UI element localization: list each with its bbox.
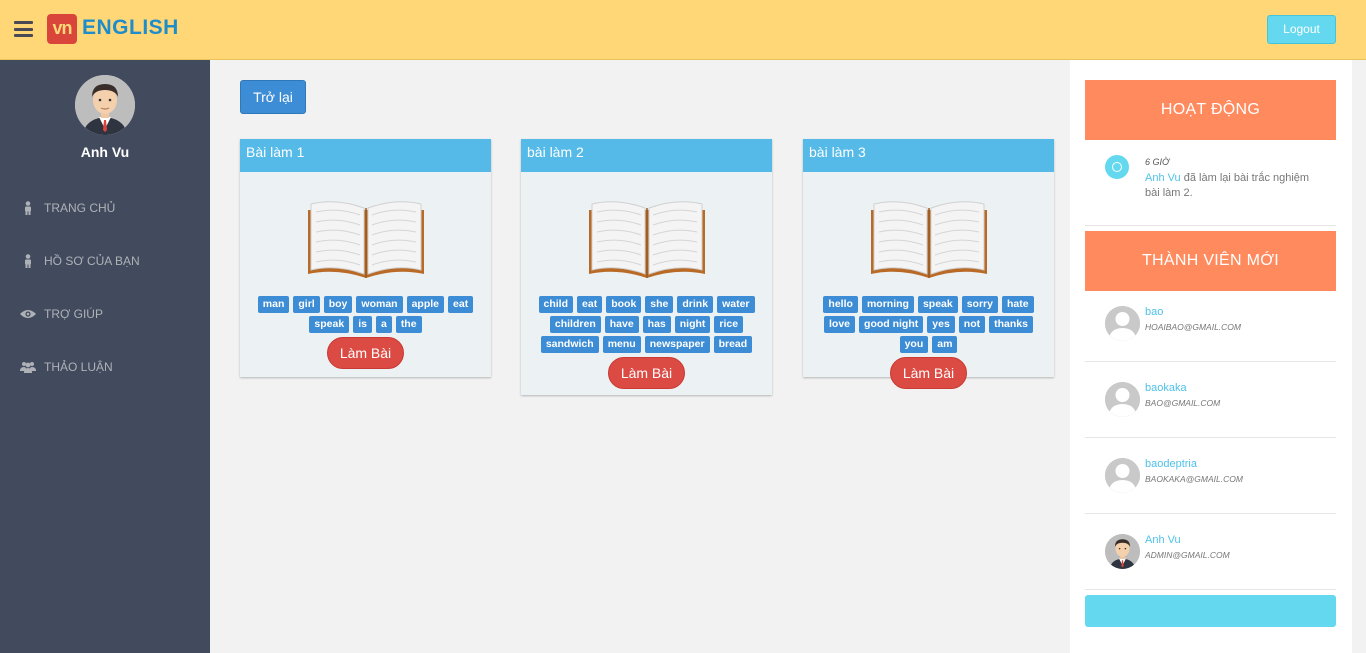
book-icon [870, 201, 987, 278]
word-tag: you [899, 336, 929, 353]
card-title: Bài làm 1 [240, 139, 491, 172]
member-email: BAO@GMAIL.COM [1145, 398, 1221, 408]
sidebar-item-ho-so[interactable]: HỒ SƠ CỦA BẠN [20, 251, 140, 271]
word-tag: have [604, 316, 639, 333]
hamburger-menu-icon[interactable] [14, 21, 33, 37]
activity-item: 6 GIỜ Anh Vu đã làm lại bài trắc nghiệm … [1085, 140, 1336, 226]
book-icon [588, 201, 705, 278]
start-exercise-button[interactable]: Làm Bài [890, 357, 967, 389]
eye-icon [20, 307, 36, 321]
member-email: HOAIBAO@GMAIL.COM [1145, 322, 1242, 332]
word-tag: has [642, 316, 671, 333]
activity-time: 6 GIỜ [1145, 157, 1170, 167]
word-tag: hate [1001, 296, 1034, 313]
sidebar: Anh Vu TRANG CHỦ HỒ SƠ CỦA BẠN TRỢ GIÚP … [0, 60, 210, 653]
member-name[interactable]: baokaka [1145, 382, 1187, 394]
new-members-heading: THÀNH VIÊN MỚI [1085, 231, 1336, 291]
default-avatar-icon[interactable] [1105, 306, 1140, 341]
load-more-button[interactable] [1085, 595, 1336, 627]
card-title: bài làm 3 [803, 139, 1054, 172]
word-tag: morning [861, 296, 914, 313]
sidebar-item-label: TRANG CHỦ [44, 201, 116, 215]
word-tag: child [538, 296, 574, 313]
member-email: ADMIN@GMAIL.COM [1145, 550, 1230, 560]
word-tag: girl [293, 296, 320, 313]
word-tag: boy [323, 296, 353, 313]
word-tag: eat [448, 296, 474, 313]
default-avatar-icon[interactable] [1105, 458, 1140, 493]
user-name: Anh Vu [80, 144, 130, 160]
exercise-card: Bài làm 1 man girl boy woman apple eat speak is… [240, 139, 491, 377]
member-item: baodeptria BAOKAKA@GMAIL.COM [1085, 438, 1336, 514]
start-exercise-button[interactable]: Làm Bài [327, 337, 404, 369]
sidebar-item-thao-luan[interactable]: THẢO LUẬN [20, 357, 113, 377]
word-tag: rice [714, 316, 744, 333]
logo-text[interactable]: ENGLISH [82, 16, 179, 40]
book-icon [307, 201, 424, 278]
word-tag: sorry [961, 296, 998, 313]
word-tag: menu [602, 336, 641, 353]
sidebar-item-trang-chu[interactable]: TRANG CHỦ [20, 198, 115, 218]
word-tag: man [257, 296, 290, 313]
word-tag: a [375, 316, 392, 333]
sidebar-item-label: HỒ SƠ CỦA BẠN [44, 254, 140, 268]
word-tags: hello morning speak sorry hate love good night… [806, 296, 1051, 356]
word-tag: hello [823, 296, 858, 313]
sidebar-item-tro-giup[interactable]: TRỢ GIÚP [20, 304, 103, 324]
exercise-card: bài làm 2 child eat book she drink waterchild… [521, 139, 772, 395]
member-name[interactable]: bao [1145, 306, 1163, 318]
scrollbar[interactable] [1352, 60, 1366, 653]
word-tags: child eat book she drink water children have has… [524, 296, 769, 356]
word-tag: book [606, 296, 642, 313]
member-name[interactable]: Anh Vu [1145, 534, 1181, 546]
word-tag: thanks [989, 316, 1033, 333]
word-tag: she [645, 296, 674, 313]
sidebar-item-label: TRỢ GIÚP [44, 307, 103, 321]
activity-user-link[interactable]: Anh Vu [1145, 172, 1181, 184]
word-tag: yes [927, 316, 955, 333]
word-tag: not [958, 316, 986, 333]
clock-icon [1105, 155, 1129, 179]
word-tag: good night [859, 316, 924, 333]
word-tag: water [717, 296, 755, 313]
word-tag: woman [356, 296, 403, 313]
word-tag: eat [577, 296, 603, 313]
card-title: bài làm 2 [521, 139, 772, 172]
person-icon [20, 201, 36, 215]
logo-mark[interactable]: vn [47, 14, 77, 44]
logout-button[interactable]: Logout [1267, 15, 1336, 44]
user-avatar[interactable] [1105, 534, 1140, 569]
activity-heading: HOẠT ĐỘNG [1085, 80, 1336, 140]
word-tag: am [932, 336, 958, 353]
back-button[interactable]: Trở lại [240, 80, 306, 114]
word-tag: drink [677, 296, 714, 313]
sidebar-item-label: THẢO LUẬN [44, 360, 113, 374]
member-email: BAOKAKA@GMAIL.COM [1145, 474, 1243, 484]
word-tag: children [549, 316, 601, 333]
member-item: Anh Vu ADMIN@GMAIL.COM [1085, 514, 1336, 590]
word-tag: love [824, 316, 856, 333]
start-exercise-button[interactable]: Làm Bài [608, 357, 685, 389]
word-tag: apple [406, 296, 445, 313]
member-item: baokaka BAO@GMAIL.COM [1085, 362, 1336, 438]
word-tag: bread [713, 336, 753, 353]
default-avatar-icon[interactable] [1105, 382, 1140, 417]
word-tag: newspaper [644, 336, 710, 353]
word-tag: speak [917, 296, 958, 313]
user-avatar[interactable] [75, 75, 135, 135]
word-tag: speak [309, 316, 350, 333]
word-tags: man girl boy woman apple eat speak is a the [243, 296, 488, 336]
top-header: vn ENGLISH Logout [0, 0, 1366, 60]
word-tag: is [353, 316, 372, 333]
word-tag: sandwich [540, 336, 599, 353]
word-tag: the [395, 316, 422, 333]
person-icon [20, 254, 36, 268]
member-item: bao HOAIBAO@GMAIL.COM [1085, 286, 1336, 362]
exercise-card: bài làm 3 hello morning speak sorry hate love… [803, 139, 1054, 389]
activity-text: Anh Vu đã làm lại bài trắc nghiệm bài là… [1145, 171, 1325, 201]
word-tag: night [674, 316, 711, 333]
member-name[interactable]: baodeptria [1145, 458, 1197, 470]
users-icon [20, 360, 36, 374]
